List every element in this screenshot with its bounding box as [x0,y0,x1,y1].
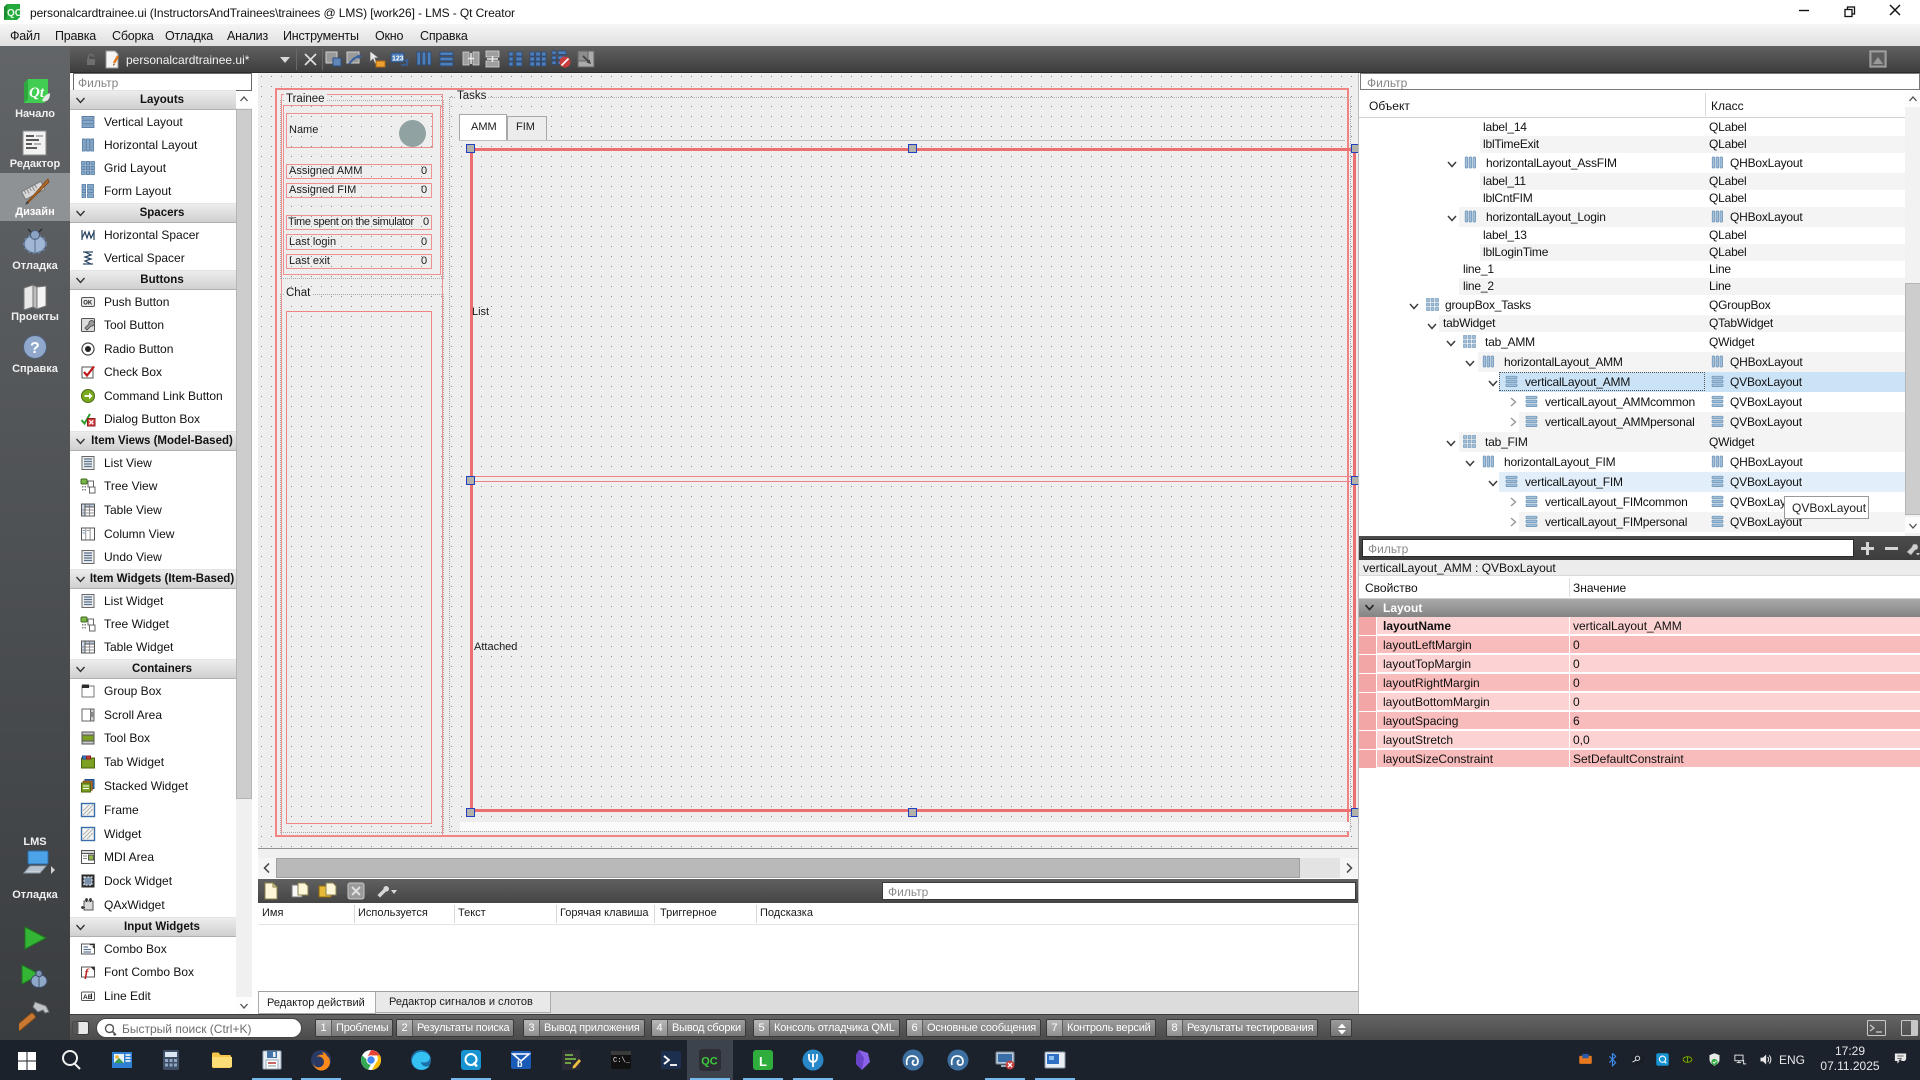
svg-text:QC: QC [7,8,21,19]
svg-text:?: ? [30,340,40,357]
svg-text:QC: QC [701,1056,718,1068]
svg-text:b: b [517,1059,523,1069]
svg-text:123: 123 [392,56,404,63]
svg-text:OK: OK [83,300,93,306]
svg-text:L: L [759,1054,767,1069]
svg-text:C:\_: C:\_ [613,1057,631,1065]
svg-text:Qt: Qt [29,85,45,101]
